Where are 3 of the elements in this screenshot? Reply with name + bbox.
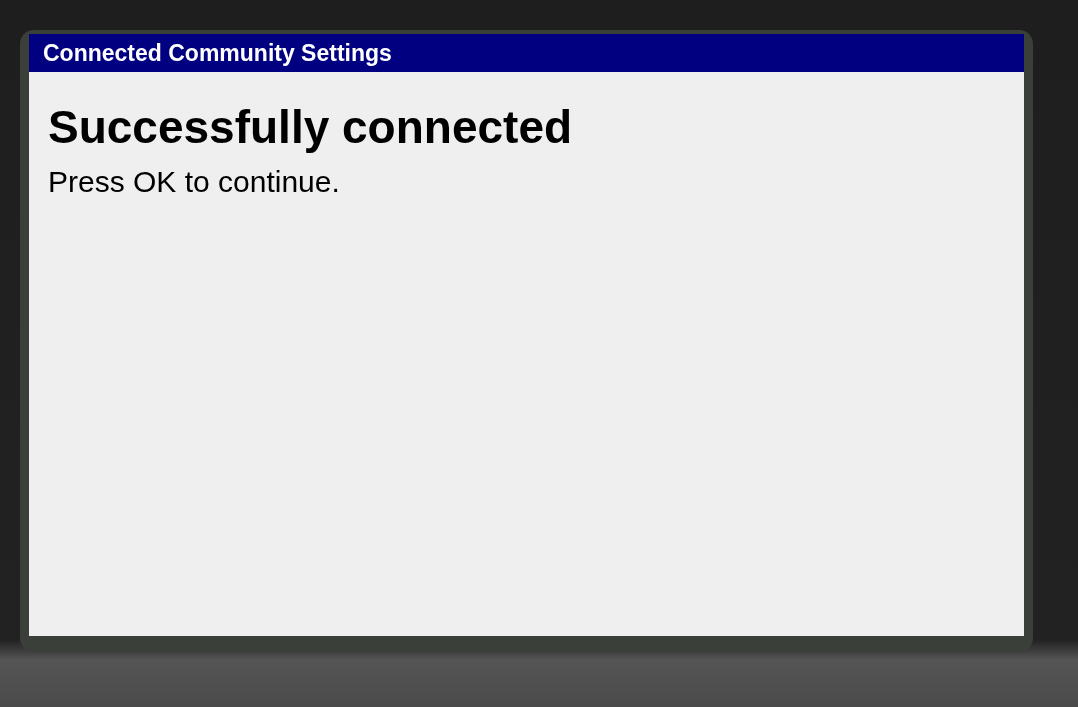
message-text: Press OK to continue. — [48, 163, 341, 200]
message-heading: Successfully connected — [48, 102, 574, 153]
window-title: Connected Community Settings — [29, 34, 1024, 72]
